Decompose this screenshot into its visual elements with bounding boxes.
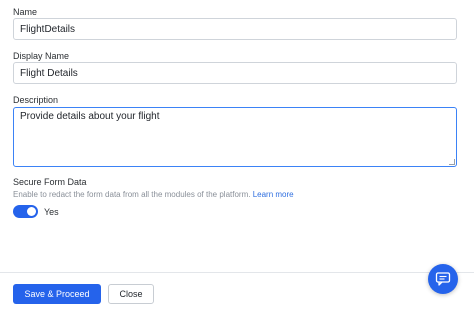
chat-bubble-icon	[435, 272, 451, 286]
toggle-knob	[27, 207, 36, 216]
save-proceed-button[interactable]: Save & Proceed	[13, 284, 101, 304]
secure-form-help-text: Enable to redact the form data from all …	[13, 190, 251, 199]
description-label: Description	[13, 95, 59, 105]
name-input[interactable]	[13, 18, 457, 40]
secure-form-toggle[interactable]	[13, 205, 38, 218]
resize-handle-icon[interactable]	[449, 159, 455, 165]
name-label: Name	[13, 7, 38, 17]
chat-button[interactable]	[428, 264, 458, 294]
footer-divider	[0, 272, 474, 273]
close-button[interactable]: Close	[108, 284, 154, 304]
description-textarea[interactable]: Provide details about your flight	[13, 107, 457, 167]
toggle-label: Yes	[44, 207, 59, 217]
learn-more-link[interactable]: Learn more	[253, 190, 294, 199]
display-name-label: Display Name	[13, 51, 70, 61]
display-name-input[interactable]	[13, 62, 457, 84]
secure-form-title: Secure Form Data	[13, 177, 87, 187]
secure-form-help: Enable to redact the form data from all …	[13, 190, 294, 199]
